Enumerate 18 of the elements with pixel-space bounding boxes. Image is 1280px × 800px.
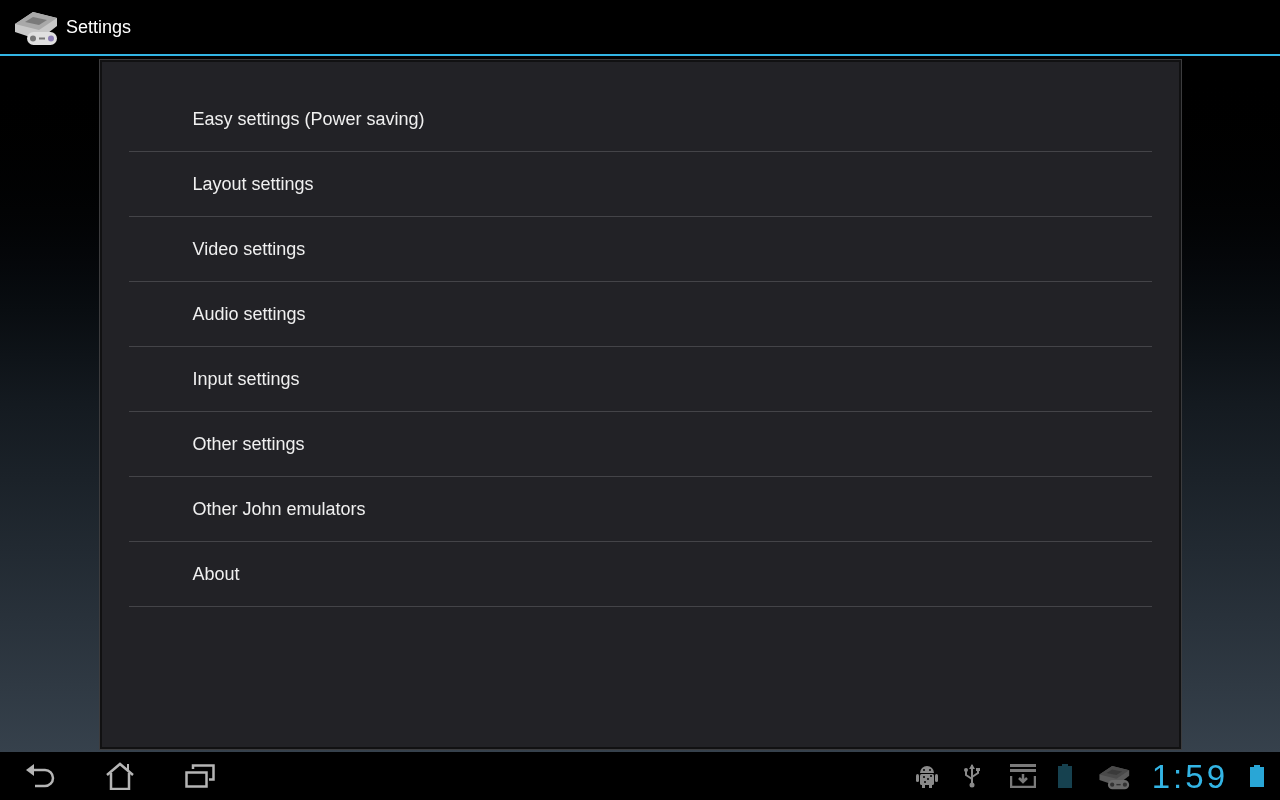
settings-item[interactable]: Video settings bbox=[128, 217, 1152, 282]
android-icon bbox=[915, 764, 938, 788]
settings-item[interactable]: Audio settings bbox=[128, 282, 1152, 347]
settings-item[interactable]: Other John emulators bbox=[128, 477, 1152, 542]
back-arrow-icon[interactable] bbox=[25, 763, 55, 789]
clock: 1:59 bbox=[1151, 759, 1228, 793]
recent-apps-icon[interactable] bbox=[185, 764, 215, 788]
home-icon[interactable] bbox=[105, 762, 135, 790]
settings-item[interactable]: Input settings bbox=[128, 347, 1152, 412]
battery-icon bbox=[1250, 765, 1264, 787]
usb-icon bbox=[963, 764, 980, 788]
window-title: Settings bbox=[66, 15, 132, 39]
settings-item[interactable]: Other settings bbox=[128, 412, 1152, 477]
settings-item[interactable]: About bbox=[128, 542, 1152, 607]
settings-item[interactable]: Easy settings (Power saving) bbox=[128, 87, 1152, 152]
settings-item[interactable]: Layout settings bbox=[128, 152, 1152, 217]
download-icon bbox=[1009, 764, 1036, 788]
battery-icon bbox=[1057, 764, 1072, 788]
